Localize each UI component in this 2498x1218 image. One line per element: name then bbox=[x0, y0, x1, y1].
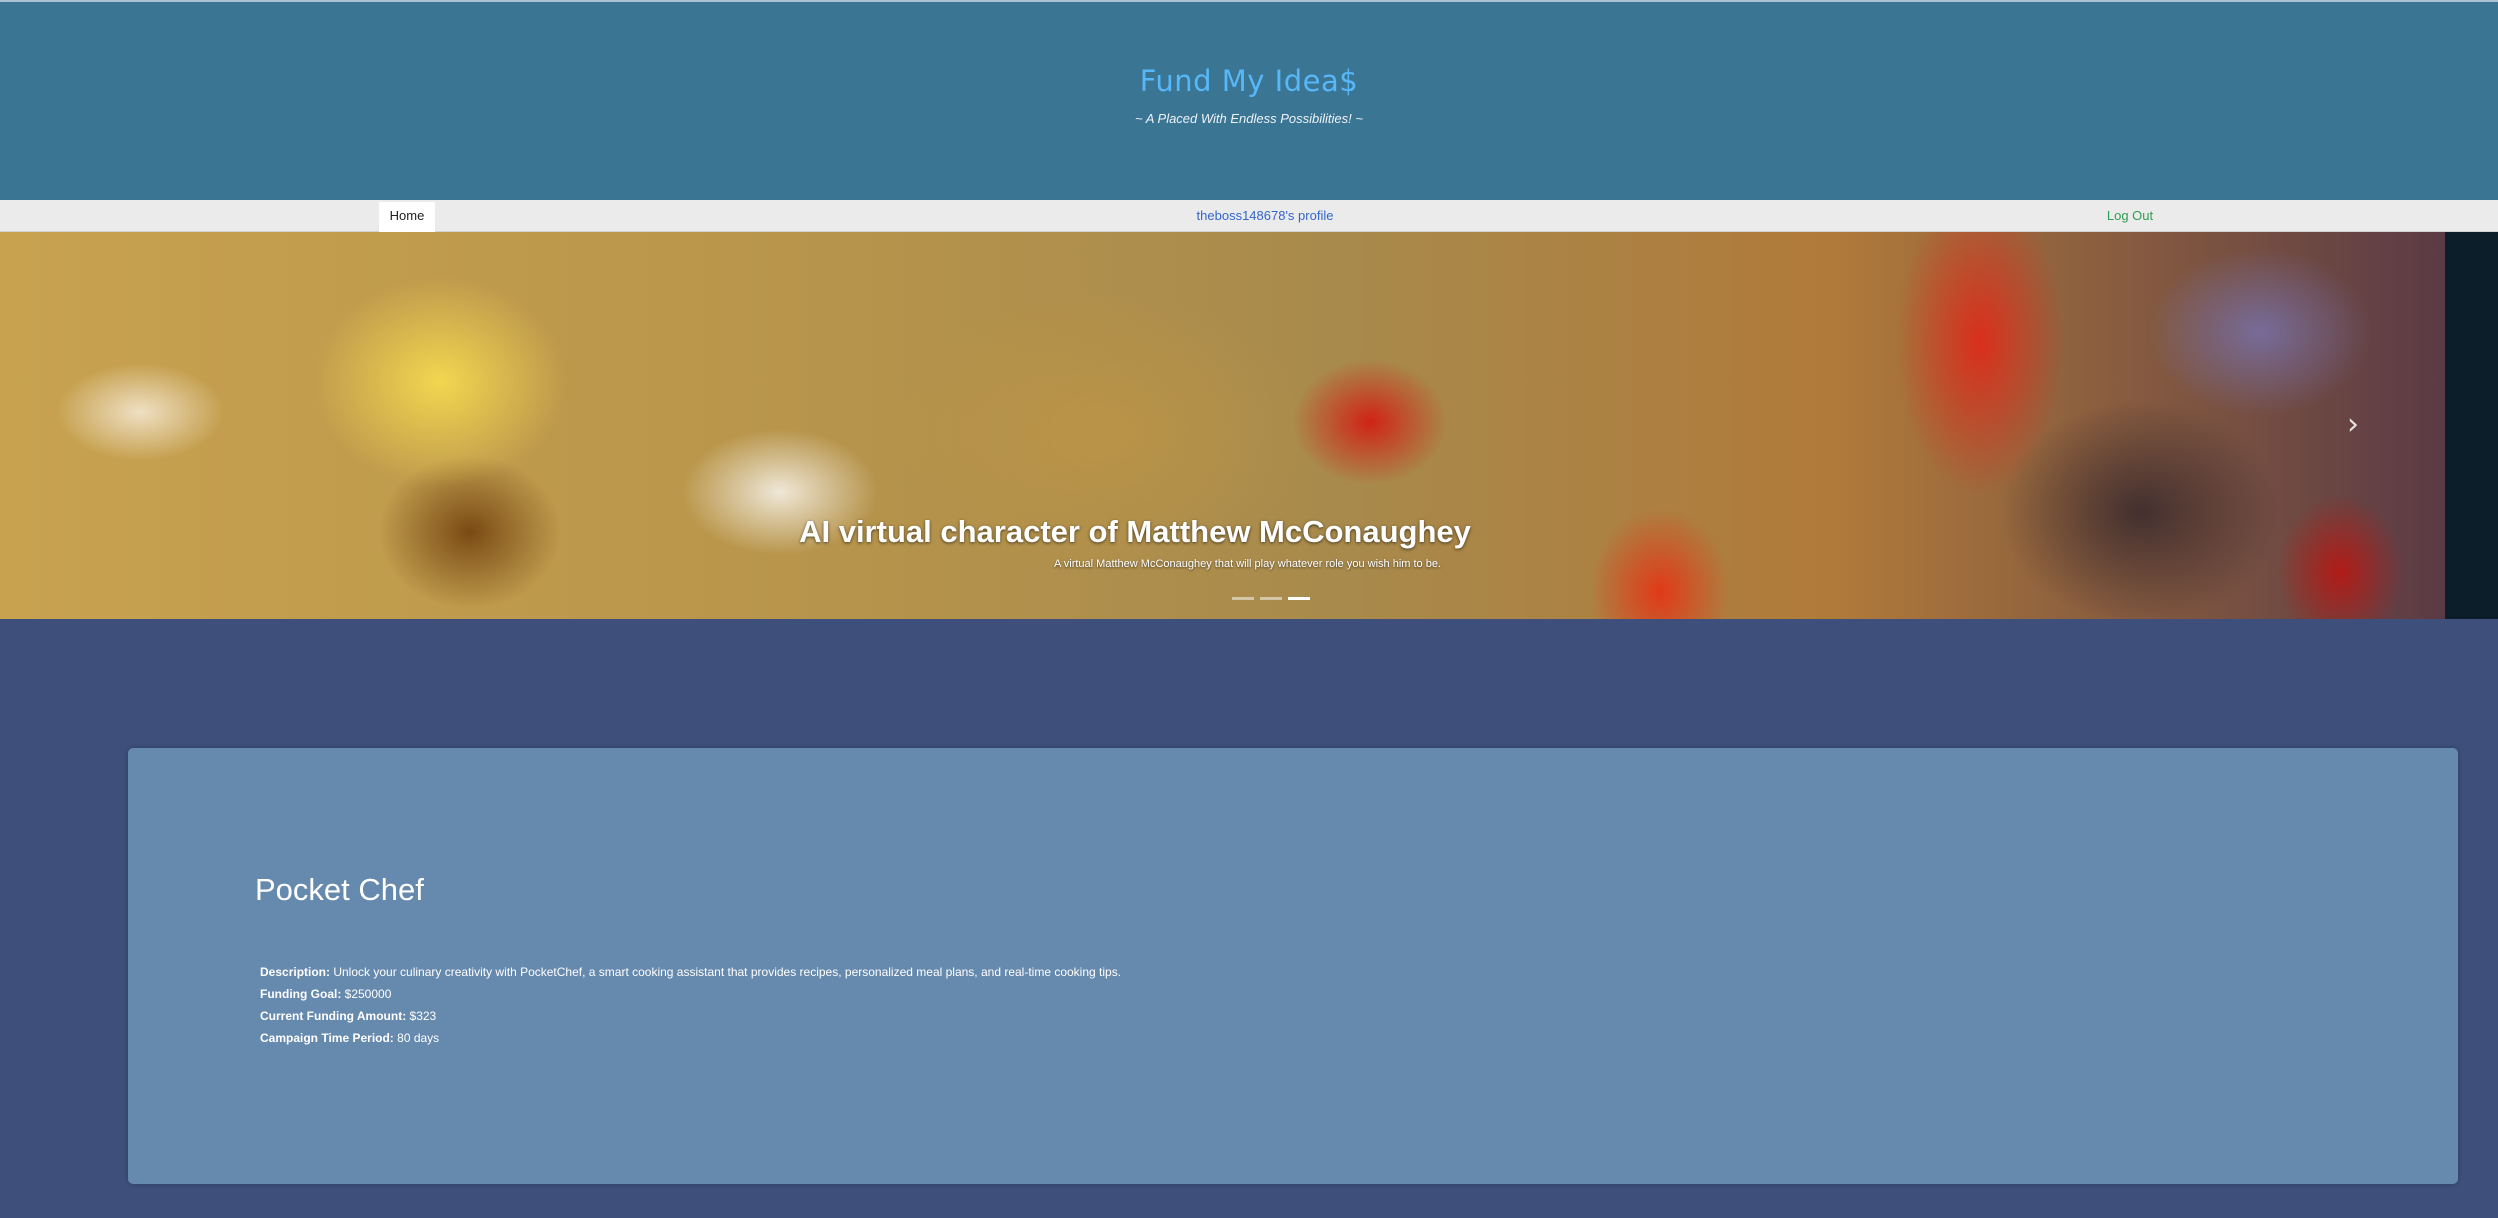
nav-logout-link[interactable]: Log Out bbox=[2080, 200, 2180, 232]
campaign-details: Description: Unlock your culinary creati… bbox=[260, 961, 1121, 1049]
description-value: Unlock your culinary creativity with Poc… bbox=[333, 965, 1122, 979]
carousel-indicators bbox=[1232, 597, 1310, 603]
funding-goal-row: Funding Goal: $250000 bbox=[260, 983, 1121, 1005]
funding-goal-value: $250000 bbox=[344, 987, 392, 1001]
carousel-caption: AI virtual character of Matthew McConaug… bbox=[0, 514, 2445, 570]
site-title: Fund My Idea$ bbox=[1139, 64, 1359, 98]
description-row: Description: Unlock your culinary creati… bbox=[260, 961, 1121, 983]
current-funding-row: Current Funding Amount: $323 bbox=[260, 1005, 1121, 1027]
campaign-period-label: Campaign Time Period: bbox=[260, 1031, 398, 1045]
nav-profile-link[interactable]: theboss148678's profile bbox=[1150, 200, 1380, 232]
carousel-indicator-2[interactable] bbox=[1260, 597, 1282, 600]
campaign-period-value: 80 days bbox=[397, 1031, 440, 1045]
funding-goal-label: Funding Goal: bbox=[260, 987, 345, 1001]
chevron-right-icon[interactable]: › bbox=[2338, 410, 2368, 440]
navbar: Home theboss148678's profile Log Out bbox=[0, 200, 2498, 232]
carousel-indicator-1[interactable] bbox=[1232, 597, 1254, 600]
current-funding-label: Current Funding Amount: bbox=[260, 1009, 410, 1023]
carousel-title: AI virtual character of Matthew McConaug… bbox=[799, 514, 1471, 549]
campaign-title: Pocket Chef bbox=[255, 872, 424, 907]
nav-home-link[interactable]: Home bbox=[379, 202, 435, 232]
carousel-indicator-3[interactable] bbox=[1288, 597, 1310, 600]
description-label: Description: bbox=[260, 965, 334, 979]
carousel: › AI virtual character of Matthew McCona… bbox=[0, 232, 2445, 619]
campaign-card: Pocket Chef Description: Unlock your cul… bbox=[128, 748, 2458, 1184]
site-header: Fund My Idea$ ~ A Placed With Endless Po… bbox=[0, 0, 2498, 200]
current-funding-value: $323 bbox=[409, 1009, 437, 1023]
campaign-period-row: Campaign Time Period: 80 days bbox=[260, 1027, 1121, 1049]
site-tagline: ~ A Placed With Endless Possibilities! ~ bbox=[1135, 111, 1363, 126]
carousel-text: A virtual Matthew McConaughey that will … bbox=[1053, 558, 1441, 570]
carousel-edge bbox=[2445, 232, 2498, 619]
